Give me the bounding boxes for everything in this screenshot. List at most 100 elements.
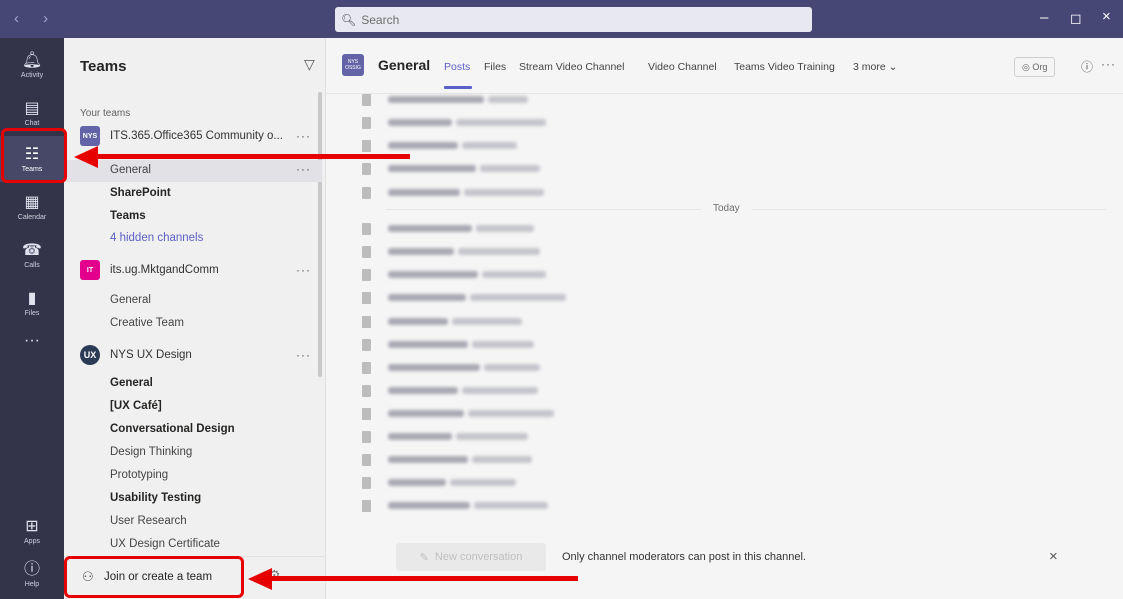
team-avatar: IT bbox=[80, 260, 100, 280]
teams-panel: Teams ▽ Your teams NYS ITS.365.Office365… bbox=[64, 38, 326, 599]
team-more-button[interactable]: ··· bbox=[296, 348, 311, 362]
hidden-channels-link[interactable]: 4 hidden channels bbox=[110, 232, 203, 244]
tab-stream-video-channel[interactable]: Stream Video Channel bbox=[519, 61, 624, 73]
new-conversation-button[interactable]: ✎ New conversation bbox=[396, 543, 546, 571]
rail-calls-label: Calls bbox=[24, 261, 40, 269]
org-button[interactable]: ◎ Org bbox=[1014, 57, 1056, 77]
rail-activity[interactable]: 🔔︎ Activity bbox=[0, 42, 64, 88]
message-row bbox=[326, 90, 1123, 110]
message-row bbox=[326, 159, 1123, 179]
more-icon: ··· bbox=[24, 332, 40, 349]
channel-item[interactable]: Prototyping bbox=[110, 469, 168, 481]
active-tab-indicator bbox=[444, 86, 472, 89]
message-avatar bbox=[362, 140, 371, 152]
back-forward-arrows[interactable]: ‹ › bbox=[14, 10, 58, 27]
rail-apps-label: Apps bbox=[24, 537, 40, 545]
team-more-button[interactable]: ··· bbox=[296, 263, 311, 277]
rail-calendar[interactable]: ▦ Calendar bbox=[0, 184, 64, 230]
annotation-arrowhead-teams bbox=[74, 146, 98, 168]
tab-teams-video-training[interactable]: Teams Video Training bbox=[734, 61, 835, 73]
message-avatar bbox=[362, 223, 371, 235]
message-avatar bbox=[362, 269, 371, 281]
channel-item[interactable]: General bbox=[110, 164, 151, 176]
app-rail: 🔔︎ Activity ▤ Chat ☷ Teams ▦ Calendar ☎ … bbox=[0, 38, 64, 599]
channel-item[interactable]: Conversational Design bbox=[110, 423, 235, 435]
channel-item[interactable]: Design Thinking bbox=[110, 446, 192, 458]
message-avatar bbox=[362, 187, 371, 199]
channel-item[interactable]: Teams bbox=[110, 210, 146, 222]
message-avatar bbox=[362, 292, 371, 304]
channel-item[interactable]: Creative Team bbox=[110, 317, 184, 329]
filter-icon[interactable]: ▽ bbox=[304, 56, 315, 73]
maximize-button[interactable]: ◻ bbox=[1070, 10, 1082, 27]
rail-more-apps[interactable]: ··· bbox=[0, 318, 64, 364]
more-options-icon[interactable]: ··· bbox=[1101, 57, 1116, 71]
tab-video-channel[interactable]: Video Channel bbox=[648, 61, 717, 73]
channel-item[interactable]: UX Design Certificate bbox=[110, 538, 220, 550]
message-text-blurred bbox=[472, 456, 532, 463]
message-text-blurred bbox=[484, 364, 540, 371]
today-label: Today bbox=[701, 203, 752, 214]
message-text-blurred bbox=[480, 165, 540, 172]
rail-calendar-label: Calendar bbox=[17, 213, 47, 221]
channel-item[interactable]: [UX Café] bbox=[110, 400, 162, 412]
rail-apps[interactable]: ⊞ Apps bbox=[0, 508, 64, 554]
minimize-button[interactable]: – bbox=[1040, 9, 1048, 26]
message-text-blurred bbox=[456, 433, 528, 440]
message-avatar bbox=[362, 339, 371, 351]
channel-item[interactable]: General bbox=[110, 377, 153, 389]
message-text-blurred bbox=[388, 433, 452, 440]
rail-chat-label: Chat bbox=[24, 119, 40, 127]
message-row bbox=[326, 183, 1123, 203]
team-row[interactable]: IT its.ug.MktgandComm ··· bbox=[64, 258, 326, 282]
compose-icon: ✎ bbox=[419, 551, 429, 564]
panel-title: Teams bbox=[80, 58, 127, 75]
channel-avatar: NYS OSSIG bbox=[342, 54, 364, 76]
team-more-button[interactable]: ··· bbox=[296, 129, 311, 143]
message-text-blurred bbox=[452, 318, 522, 325]
message-avatar bbox=[362, 408, 371, 420]
rail-help[interactable]: ⓘ Help bbox=[0, 551, 64, 597]
message-row bbox=[326, 265, 1123, 285]
team-row[interactable]: NYS ITS.365.Office365 Community o... ··· bbox=[64, 124, 326, 148]
message-text-blurred bbox=[468, 410, 554, 417]
annotation-arrow-join bbox=[270, 576, 578, 581]
channel-item[interactable]: User Research bbox=[110, 515, 187, 527]
message-text-blurred bbox=[450, 479, 516, 486]
tab-posts[interactable]: Posts bbox=[444, 61, 470, 73]
message-text-blurred bbox=[474, 502, 548, 509]
message-row bbox=[326, 113, 1123, 133]
message-avatar bbox=[362, 362, 371, 374]
annotation-arrowhead-join bbox=[248, 568, 272, 590]
message-avatar bbox=[362, 454, 371, 466]
channel-more-button[interactable]: ··· bbox=[296, 162, 311, 176]
calendar-icon: ▦ bbox=[24, 193, 40, 211]
new-conversation-label: New conversation bbox=[434, 551, 523, 563]
message-text-blurred bbox=[472, 341, 534, 348]
selected-channel-highlight bbox=[64, 160, 322, 182]
channel-main: NYS OSSIG General Posts Files Stream Vid… bbox=[326, 38, 1123, 599]
info-icon[interactable]: ⓘ bbox=[1081, 58, 1093, 75]
channel-item[interactable]: General bbox=[110, 294, 151, 306]
moderator-note: Only channel moderators can post in this… bbox=[562, 551, 806, 563]
dismiss-note-icon[interactable]: × bbox=[1049, 548, 1058, 565]
tab-files[interactable]: Files bbox=[484, 61, 506, 73]
message-avatar bbox=[362, 385, 371, 397]
message-row bbox=[326, 136, 1123, 156]
search-placeholder: Search bbox=[361, 12, 400, 27]
message-row bbox=[326, 219, 1123, 239]
message-text-blurred bbox=[476, 225, 534, 232]
message-avatar bbox=[362, 163, 371, 175]
search-input[interactable]: 🔍︎ Search bbox=[335, 7, 812, 32]
tab-more[interactable]: 3 more ⌄ bbox=[853, 61, 897, 73]
message-text-blurred bbox=[462, 142, 517, 149]
message-text-blurred bbox=[388, 248, 454, 255]
close-window-button[interactable]: × bbox=[1102, 8, 1111, 25]
team-row[interactable]: UX NYS UX Design ··· bbox=[64, 343, 326, 367]
apps-icon: ⊞ bbox=[25, 517, 39, 535]
channel-item[interactable]: Usability Testing bbox=[110, 492, 201, 504]
team-name: NYS UX Design bbox=[110, 349, 192, 361]
rail-calls[interactable]: ☎ Calls bbox=[0, 232, 64, 278]
channel-item[interactable]: SharePoint bbox=[110, 187, 171, 199]
message-row bbox=[326, 427, 1123, 447]
